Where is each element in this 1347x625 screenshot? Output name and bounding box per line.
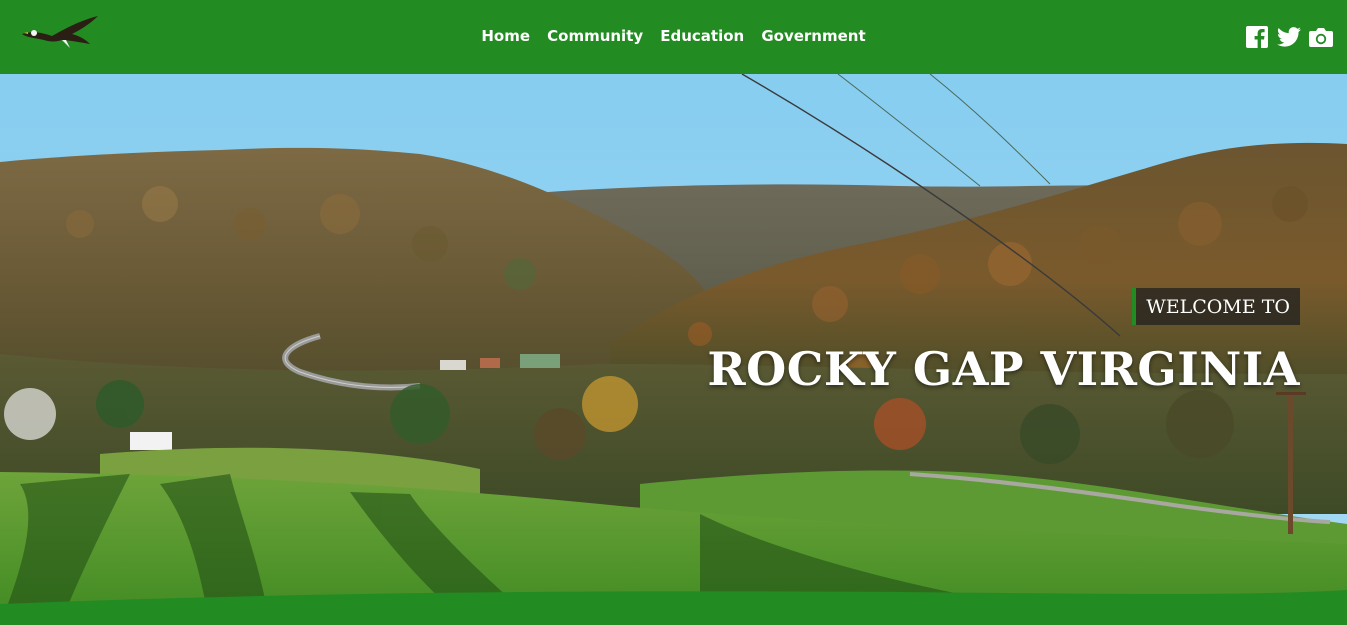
nav-government-link[interactable]: Government	[761, 27, 865, 45]
twitter-icon[interactable]	[1277, 26, 1301, 48]
nav-home-link[interactable]: Home	[481, 27, 530, 45]
welcome-label: WELCOME TO	[1132, 288, 1300, 325]
hero-banner: WELCOME TO ROCKY GAP VIRGINIA	[0, 74, 1347, 625]
social-links	[1245, 26, 1333, 48]
main-nav: Home Community Education Government	[0, 26, 1347, 45]
site-header: Home Community Education Government	[0, 0, 1347, 74]
nav-community-link[interactable]: Community	[547, 27, 643, 45]
camera-icon[interactable]	[1309, 26, 1333, 48]
nav-education-link[interactable]: Education	[660, 27, 744, 45]
facebook-icon[interactable]	[1245, 26, 1269, 48]
hero-title: ROCKY GAP VIRGINIA	[707, 342, 1300, 396]
